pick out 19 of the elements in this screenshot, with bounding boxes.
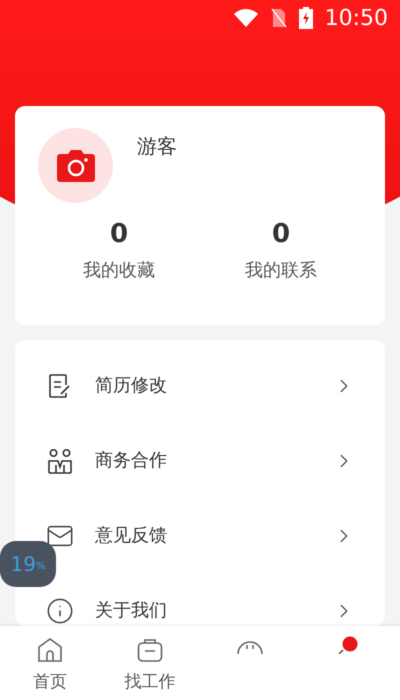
info-icon <box>46 596 74 624</box>
wifi-icon <box>232 8 259 28</box>
camera-icon <box>56 150 94 182</box>
user-name: 游客 <box>137 133 177 160</box>
stat-value: 0 <box>110 218 128 251</box>
nav-tab[interactable]: 首页 <box>0 626 100 700</box>
status-time: 10:50 <box>324 4 388 32</box>
nav-tab[interactable]: 找工作 <box>100 626 200 700</box>
stat-label[interactable]: 我的收藏 <box>83 257 155 284</box>
briefcase-icon <box>136 636 164 664</box>
stat-value: 0 <box>272 218 290 251</box>
home-icon <box>36 636 64 664</box>
stat-label[interactable]: 我的联系 <box>245 257 317 284</box>
menu-item[interactable]: 关于我们 <box>45 596 355 626</box>
menu-item[interactable]: 简历修改 <box>45 370 355 400</box>
two-people-icon <box>47 448 73 474</box>
menu-item[interactable]: 商务合作 <box>45 446 355 476</box>
document-edit-icon <box>48 372 72 398</box>
no-sim-icon <box>270 8 287 28</box>
